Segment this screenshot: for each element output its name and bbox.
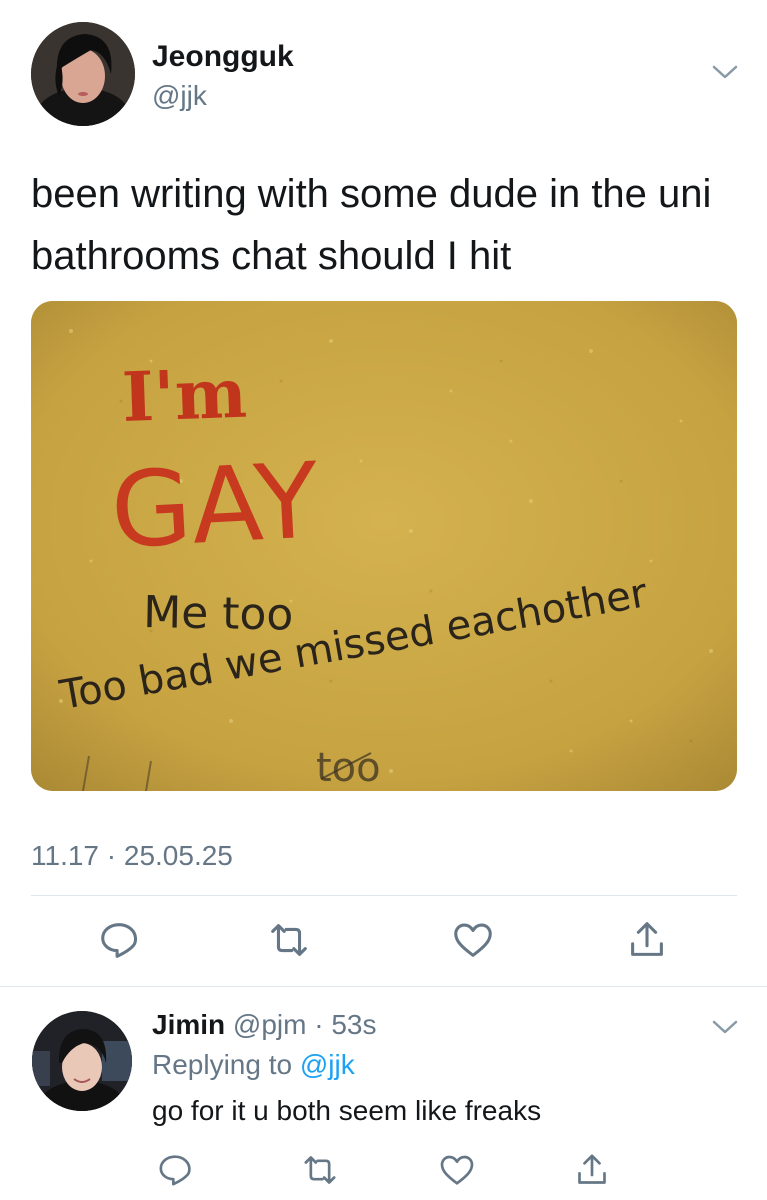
tweet-timestamp[interactable]: 11.17 · 25.05.25 — [31, 840, 233, 872]
heart-icon[interactable] — [432, 1145, 482, 1195]
wall-text-line5: too — [316, 745, 381, 791]
reply-author-handle[interactable]: @pjm — [233, 1009, 307, 1040]
divider — [31, 895, 737, 896]
tweet-photo[interactable]: I'm GAY Me too Too bad we missed eachoth… — [31, 301, 737, 791]
wall-text-line1: I'm — [121, 354, 248, 438]
reply-meta: Jimin @pjm · 53s — [152, 1009, 377, 1041]
replying-to: Replying to @jjk — [152, 1049, 355, 1081]
avatar-photo — [32, 1011, 132, 1111]
share-icon[interactable] — [567, 1145, 617, 1195]
tweet-actions — [0, 915, 767, 965]
reply-icon[interactable] — [94, 915, 144, 965]
chevron-down-icon[interactable] — [710, 1017, 740, 1037]
avatar-photo — [31, 22, 135, 126]
reply-actions — [0, 1145, 767, 1195]
replying-to-label: Replying to — [152, 1049, 293, 1080]
author-name[interactable]: Jeongguk — [152, 40, 294, 74]
heart-icon[interactable] — [448, 915, 498, 965]
avatar[interactable] — [32, 1011, 132, 1111]
tweet-header: Jeongguk @jjk — [0, 0, 767, 140]
replying-to-link[interactable]: @jjk — [300, 1049, 355, 1080]
reply-icon[interactable] — [150, 1145, 200, 1195]
tweet-text: been writing with some dude in the uni b… — [31, 172, 712, 278]
retweet-icon[interactable] — [295, 1145, 345, 1195]
reply-text: go for it u both seem like freaks — [152, 1095, 542, 1126]
author-handle[interactable]: @jjk — [152, 80, 207, 112]
wall-text-line3: Me too — [143, 587, 294, 641]
reply-author-name[interactable]: Jimin — [152, 1009, 225, 1040]
reply-time: · 53s — [314, 1009, 377, 1040]
avatar[interactable] — [31, 22, 135, 126]
share-icon[interactable] — [622, 915, 672, 965]
chevron-down-icon[interactable] — [710, 62, 740, 82]
wall-text-line2: GAY — [108, 439, 322, 572]
retweet-icon[interactable] — [264, 915, 314, 965]
